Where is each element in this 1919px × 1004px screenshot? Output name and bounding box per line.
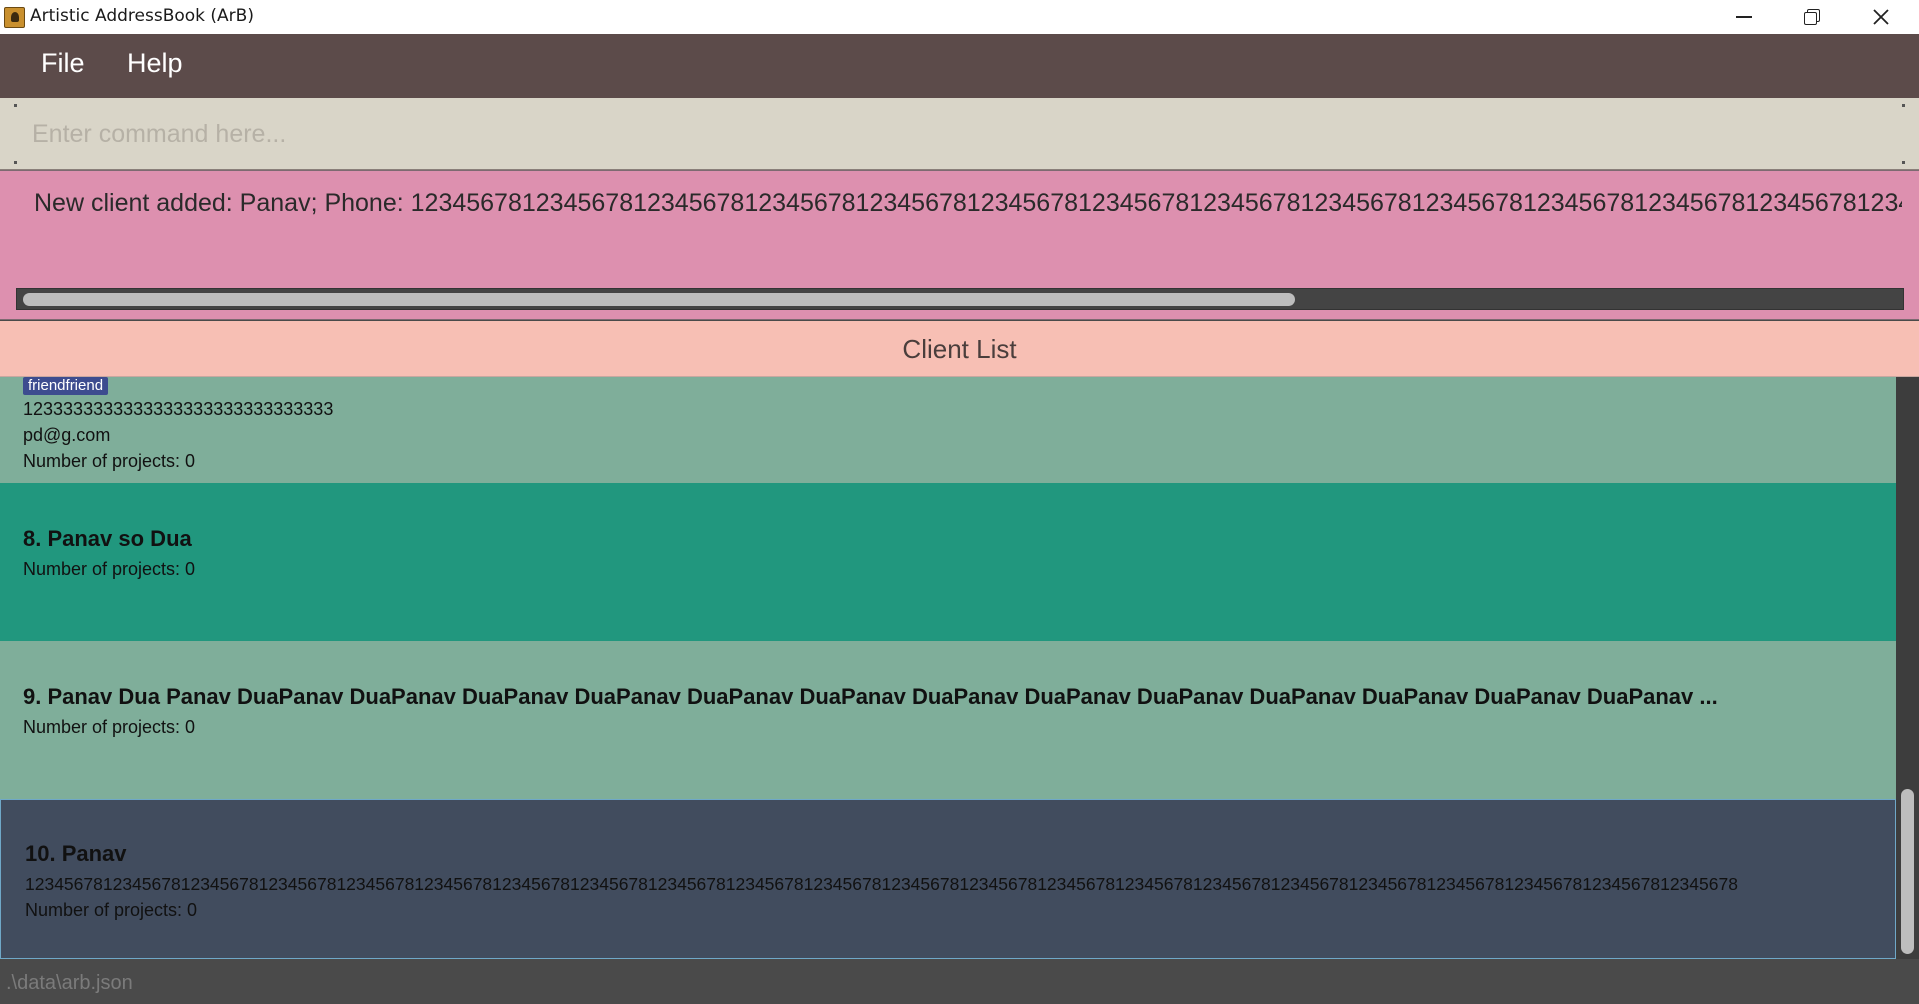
client-tag: friendfriend bbox=[23, 377, 109, 395]
minimize-icon bbox=[1736, 16, 1752, 18]
client-list-vertical-scrollbar[interactable] bbox=[1896, 377, 1919, 959]
close-icon bbox=[1873, 9, 1889, 25]
result-display: New client added: Panav; Phone: 12345678… bbox=[0, 170, 1919, 320]
client-card-selected[interactable]: 10. Panav 123456781234567812345678123456… bbox=[0, 799, 1896, 959]
corner-mark bbox=[14, 104, 17, 107]
menu-file[interactable]: File bbox=[41, 48, 85, 79]
client-name: 8. Panav so Dua bbox=[23, 526, 192, 551]
close-button[interactable] bbox=[1847, 0, 1915, 34]
window-title: Artistic AddressBook (ArB) bbox=[30, 6, 254, 26]
scrollbar-thumb[interactable] bbox=[23, 293, 1295, 306]
menu-bar: File Help bbox=[0, 34, 1919, 98]
client-list-header: Client List bbox=[0, 321, 1919, 377]
client-project-count: Number of projects: 0 bbox=[25, 900, 198, 920]
client-email: pd@g.com bbox=[23, 425, 111, 445]
corner-mark bbox=[1902, 161, 1905, 164]
corner-mark bbox=[1902, 104, 1905, 107]
client-card[interactable]: 8. Panav so Dua Number of projects: 0 bbox=[0, 483, 1896, 641]
client-card[interactable]: friendfriend 123333333333333333333333333… bbox=[0, 377, 1896, 483]
client-list-title: Client List bbox=[902, 334, 1017, 364]
scrollbar-thumb[interactable] bbox=[1901, 789, 1914, 954]
result-horizontal-scrollbar[interactable] bbox=[16, 288, 1904, 310]
client-project-count: Number of projects: 0 bbox=[23, 717, 196, 737]
result-message: New client added: Panav; Phone: 12345678… bbox=[34, 189, 1902, 217]
client-name: 9. Panav Dua Panav DuaPanav DuaPanav Dua… bbox=[23, 684, 1718, 709]
status-bar: .\data\arb.json bbox=[0, 959, 1919, 1004]
minimize-button[interactable] bbox=[1710, 0, 1778, 34]
client-project-count: Number of projects: 0 bbox=[23, 559, 196, 579]
command-box bbox=[0, 98, 1919, 170]
menu-help[interactable]: Help bbox=[127, 48, 183, 79]
client-card[interactable]: 9. Panav Dua Panav DuaPanav DuaPanav Dua… bbox=[0, 641, 1896, 799]
client-phone: 1234567812345678123456781234567812345678… bbox=[25, 874, 1738, 894]
save-file-path: .\data\arb.json bbox=[6, 972, 133, 994]
client-name: 10. Panav bbox=[25, 841, 127, 866]
restore-button[interactable] bbox=[1778, 0, 1846, 34]
restore-icon bbox=[1804, 9, 1820, 25]
client-list[interactable]: friendfriend 123333333333333333333333333… bbox=[0, 377, 1919, 959]
addressbook-icon bbox=[4, 7, 25, 28]
corner-mark bbox=[14, 161, 17, 164]
command-input[interactable] bbox=[14, 104, 1905, 164]
client-phone: 1233333333333333333333333333333 bbox=[23, 399, 334, 419]
client-project-count: Number of projects: 0 bbox=[23, 451, 196, 471]
title-bar: Artistic AddressBook (ArB) bbox=[0, 0, 1919, 34]
